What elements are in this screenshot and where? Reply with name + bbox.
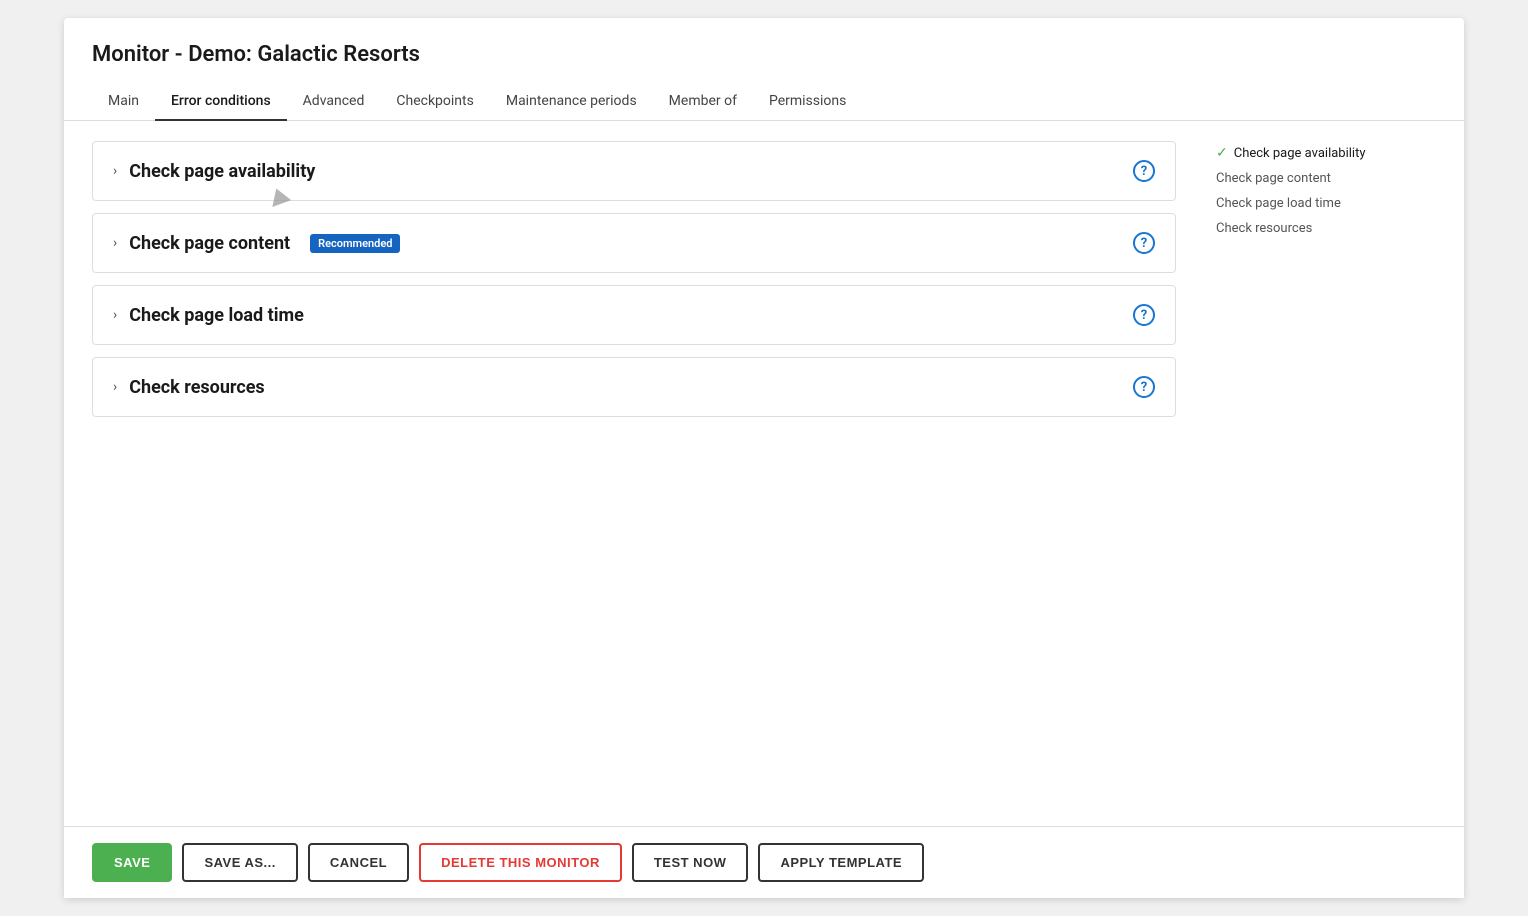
accordion-title-check-page-load-time: Check page load time: [129, 305, 304, 326]
chevron-right-icon: ›: [113, 379, 117, 395]
tabs-bar: MainError conditionsAdvancedCheckpointsM…: [64, 83, 1464, 121]
page-title: Monitor - Demo: Galactic Resorts: [64, 18, 1464, 83]
recommended-badge: Recommended: [310, 234, 400, 253]
help-icon[interactable]: ?: [1133, 232, 1155, 254]
sidebar-item-label: Check page content: [1216, 171, 1331, 186]
accordion-header-check-page-load-time[interactable]: › Check page load time?: [93, 286, 1175, 344]
footer-bar: SAVE SAVE AS... CANCEL DELETE THIS MONIT…: [64, 826, 1464, 898]
checkmark-icon: ✓: [1216, 145, 1228, 161]
sidebar-list-item[interactable]: Check page load time: [1216, 196, 1436, 211]
cancel-button[interactable]: CANCEL: [308, 843, 409, 882]
save-as-button[interactable]: SAVE AS...: [182, 843, 297, 882]
sidebar-list-item[interactable]: Check page content: [1216, 171, 1436, 186]
accordion-header-check-page-content[interactable]: › Check page content Recommended?: [93, 214, 1175, 272]
sidebar-list: ✓ Check page availability Check page conte…: [1216, 145, 1436, 236]
sidebar-panel: ✓ Check page availability Check page conte…: [1216, 141, 1436, 806]
tab-checkpoints[interactable]: Checkpoints: [380, 83, 489, 121]
accordion-title-check-resources: Check resources: [129, 377, 264, 398]
apply-template-button[interactable]: APPLY TEMPLATE: [758, 843, 924, 882]
save-button[interactable]: SAVE: [92, 843, 172, 882]
chevron-right-icon: ›: [113, 307, 117, 323]
sidebar-list-item[interactable]: ✓ Check page availability: [1216, 145, 1436, 161]
main-panel: › Check page availability? › Check page con…: [92, 141, 1176, 806]
chevron-right-icon: ›: [113, 235, 117, 251]
accordion-header-check-resources[interactable]: › Check resources?: [93, 358, 1175, 416]
accordion-title-check-page-availability: Check page availability: [129, 161, 315, 182]
tab-permissions[interactable]: Permissions: [753, 83, 862, 121]
accordion-check-resources[interactable]: › Check resources?: [92, 357, 1176, 417]
sidebar-item-label: Check page load time: [1216, 196, 1341, 211]
accordion-title-check-page-content: Check page content: [129, 233, 290, 254]
sidebar-list-item[interactable]: Check resources: [1216, 221, 1436, 236]
delete-monitor-button[interactable]: DELETE THIS MONITOR: [419, 843, 622, 882]
tab-advanced[interactable]: Advanced: [287, 83, 381, 121]
help-icon[interactable]: ?: [1133, 160, 1155, 182]
accordion-check-page-availability[interactable]: › Check page availability?: [92, 141, 1176, 201]
accordion-header-check-page-availability[interactable]: › Check page availability?: [93, 142, 1175, 200]
chevron-right-icon: ›: [113, 163, 117, 179]
sidebar-item-label: Check page availability: [1234, 146, 1366, 161]
accordion-check-page-load-time[interactable]: › Check page load time?: [92, 285, 1176, 345]
sidebar-item-label: Check resources: [1216, 221, 1312, 236]
tab-main[interactable]: Main: [92, 83, 155, 121]
tab-member-of[interactable]: Member of: [653, 83, 753, 121]
test-now-button[interactable]: TEST NOW: [632, 843, 749, 882]
help-icon[interactable]: ?: [1133, 304, 1155, 326]
tab-error-conditions[interactable]: Error conditions: [155, 83, 287, 121]
help-icon[interactable]: ?: [1133, 376, 1155, 398]
content-area: › Check page availability? › Check page con…: [64, 121, 1464, 826]
accordion-check-page-content[interactable]: › Check page content Recommended?: [92, 213, 1176, 273]
main-window: Monitor - Demo: Galactic Resorts MainErr…: [64, 18, 1464, 898]
tab-maintenance-periods[interactable]: Maintenance periods: [490, 83, 653, 121]
